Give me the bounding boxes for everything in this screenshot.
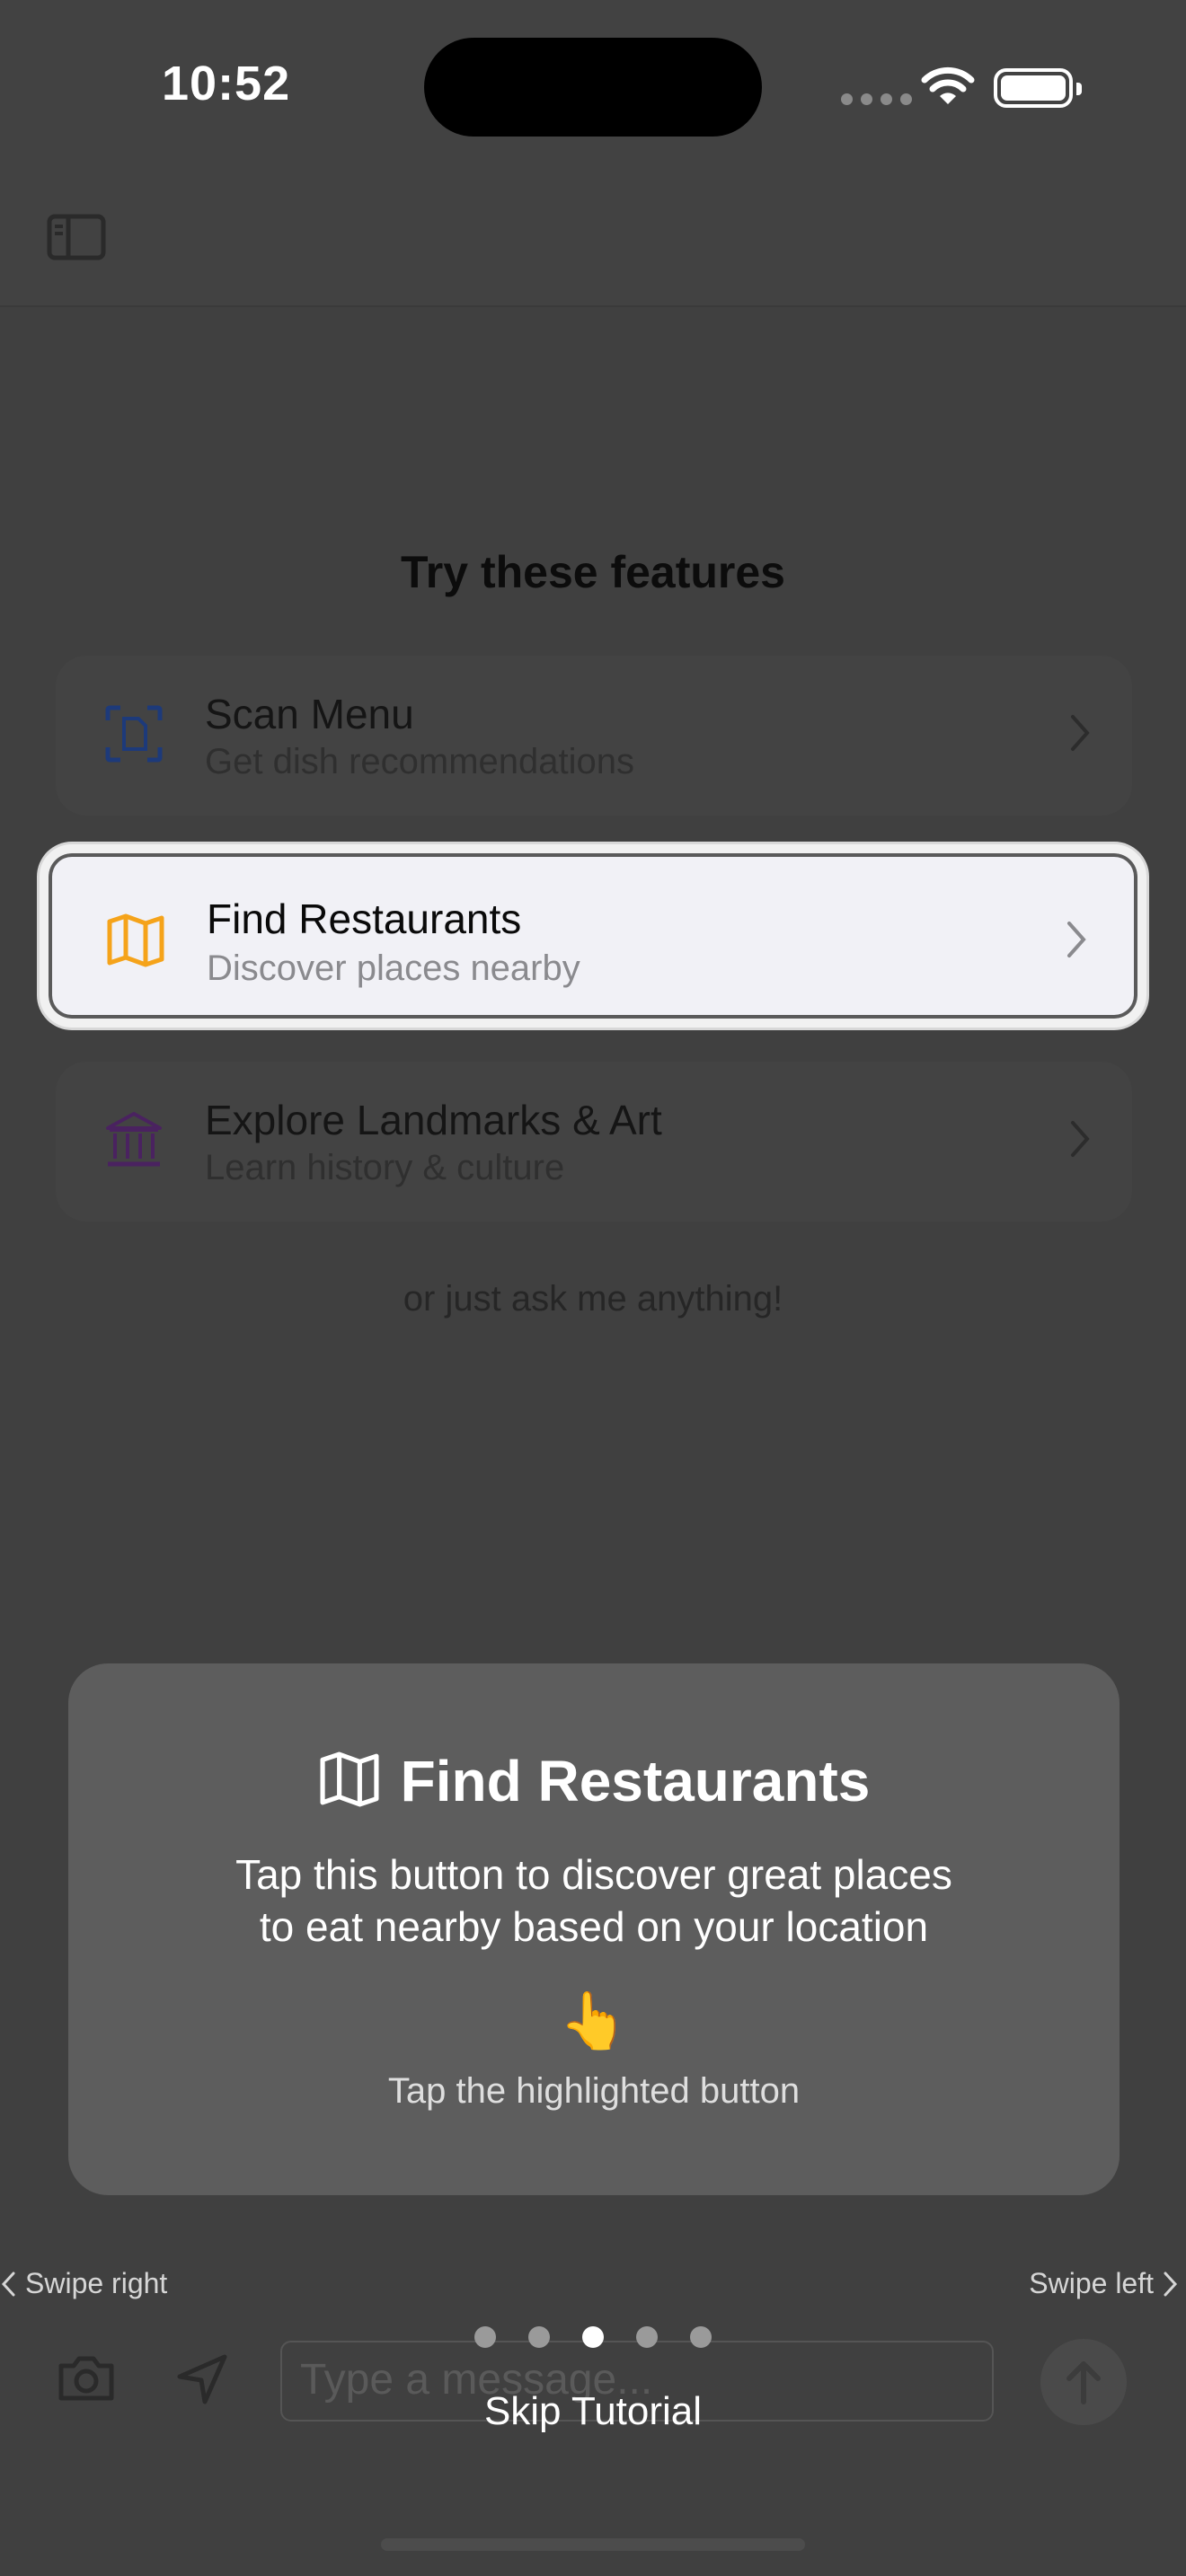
wifi-icon	[920, 66, 976, 112]
scan-menu-card[interactable]: Scan Menu Get dish recommendations	[56, 656, 1132, 816]
page-dot[interactable]	[582, 2326, 604, 2348]
page-dot[interactable]	[690, 2326, 712, 2348]
cellular-signal-icon	[841, 93, 920, 110]
card-title: Find Restaurants	[207, 895, 522, 942]
swipe-left-label: Swipe left	[1029, 2267, 1154, 2299]
tooltip-body: Tap this button to discover great places…	[68, 1848, 1120, 1953]
chevron-right-icon	[1066, 920, 1087, 964]
tutorial-tooltip: Find Restaurants Tap this button to disc…	[68, 1663, 1120, 2195]
section-title: Try these features	[401, 547, 785, 597]
tooltip-heading: Find Restaurants	[68, 1748, 1120, 1814]
find-restaurants-card[interactable]: Find Restaurants Discover places nearby	[40, 844, 1146, 1028]
ask-anything-text: or just ask me anything!	[403, 1279, 783, 1319]
chevron-left-icon	[1, 2272, 15, 2296]
page-dot[interactable]	[474, 2326, 496, 2348]
card-subtitle: Get dish recommendations	[205, 742, 635, 781]
tooltip-body-line: to eat nearby based on your location	[259, 1903, 929, 1950]
scan-document-icon	[104, 704, 164, 768]
swipe-right-hint[interactable]: Swipe right	[0, 2267, 167, 2300]
museum-icon	[104, 1110, 164, 1174]
tooltip-title: Find Restaurants	[400, 1749, 871, 1813]
tooltip-hint: Tap the highlighted button	[387, 2071, 801, 2111]
home-indicator	[381, 2538, 805, 2551]
pointing-hand-icon: 👆	[559, 1990, 629, 2052]
sidebar-toggle-icon[interactable]	[47, 214, 106, 265]
top-bar: 10:52	[0, 0, 1186, 307]
chevron-right-icon	[1069, 1119, 1091, 1163]
page-indicator	[0, 2326, 1186, 2348]
chevron-right-icon	[1069, 713, 1091, 757]
skip-tutorial-button[interactable]: Skip Tutorial	[0, 2389, 1186, 2434]
page-dot[interactable]	[528, 2326, 550, 2348]
page-dot[interactable]	[636, 2326, 658, 2348]
battery-icon	[994, 68, 1082, 108]
map-icon	[106, 913, 165, 973]
swipe-right-label: Swipe right	[25, 2267, 168, 2299]
explore-landmarks-card[interactable]: Explore Landmarks & Art Learn history & …	[56, 1062, 1132, 1222]
tooltip-body-line: Tap this button to discover great places	[235, 1851, 952, 1898]
card-subtitle: Discover places nearby	[207, 948, 580, 988]
dynamic-island	[424, 38, 762, 137]
swipe-left-hint[interactable]: Swipe left	[1029, 2267, 1179, 2300]
map-icon	[318, 1751, 381, 1813]
card-title: Scan Menu	[205, 691, 414, 737]
status-time: 10:52	[162, 57, 291, 110]
card-subtitle: Learn history & culture	[205, 1148, 565, 1187]
card-title: Explore Landmarks & Art	[205, 1097, 662, 1143]
chevron-right-icon	[1164, 2272, 1178, 2296]
